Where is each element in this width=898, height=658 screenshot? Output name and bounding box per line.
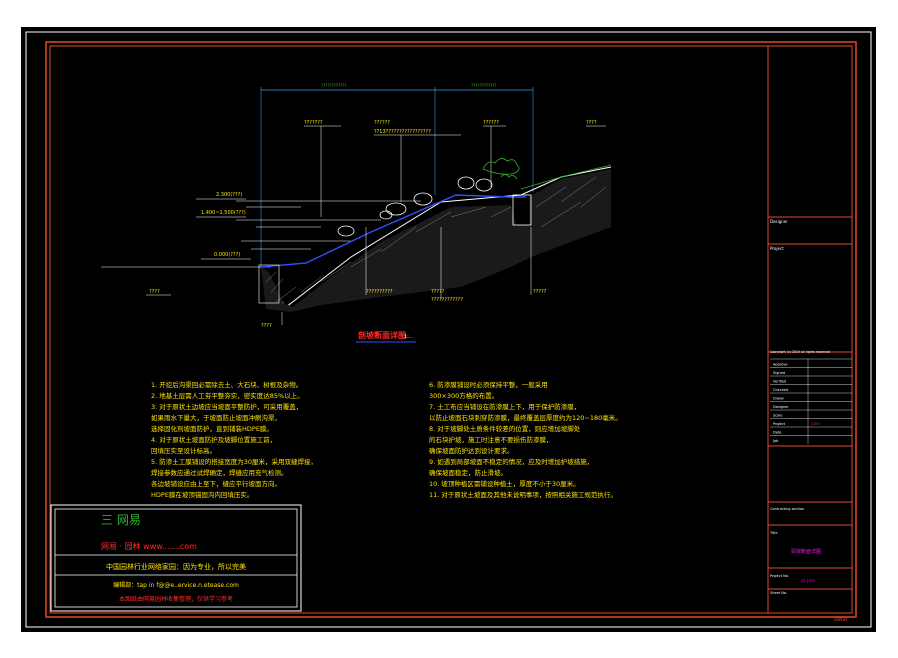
note-line: 确保坡面稳定，防止滑坡。 <box>429 468 507 477</box>
tb-field-label: Designer <box>773 405 789 409</box>
label-left-bottom: ???? <box>149 289 160 295</box>
section-scale: 1:.. <box>404 334 412 340</box>
tb-contracting: Contracting section <box>770 507 804 511</box>
tb-table: Approve Signed Verified Checked Drawn Designe… <box>770 358 852 444</box>
cad-drawing-canvas[interactable]: Designer Project Copyright (c) 2019 all … <box>21 27 876 632</box>
tb-designer: Designer <box>770 219 788 224</box>
toe-wall <box>512 194 532 226</box>
tb-field-label: Date <box>773 431 781 435</box>
note-line: 如果雨水下量大，于坡面防止坡面冲刷沟渠， <box>151 413 281 422</box>
note-line: 2. 地基土层需人工夯平整夯实，密实度达85%以上。 <box>151 391 304 400</box>
dim-top-right: ???????????? <box>471 83 496 88</box>
notes-right: 6. 防渗膜铺设时必须保持平整，一般采用 300×300方格的布置。 7. 土工布应… <box>429 380 622 499</box>
tb-project: Project <box>770 246 784 251</box>
note-line: 选择固化剂坡面防护，直到铺装HDPE膜。 <box>151 424 273 433</box>
note-line: 回填压实至设计标高。 <box>151 446 216 455</box>
section-title: 剖坡断面详图 <box>358 330 406 340</box>
label-d: ??13????????????????? <box>374 129 431 135</box>
title-block: Designer Project Copyright (c) 2019 all … <box>767 46 852 622</box>
level-3: 0.000(???) <box>214 252 240 258</box>
label-b: ?????? <box>374 120 390 126</box>
label-g: ???? <box>586 120 597 126</box>
label-bottom-2: ?????????? <box>366 289 393 295</box>
label-bottom-3: ????? <box>431 289 445 295</box>
note-line: 1. 开挖后沟渠回必需除去土、大石块、树根及杂物。 <box>151 380 302 389</box>
note-line: 7. 土工布应当铺设在防渗膜上下，用于保护防渗膜， <box>429 402 580 411</box>
label-a: ??????? <box>304 120 323 126</box>
label-bottom-5: ????? <box>533 289 547 295</box>
tb-field-label: Signed <box>773 371 785 375</box>
label-bottom-4: ???????????? <box>431 297 463 303</box>
note-line: 各边坡铺设应由上至下，缝应平行坡面方向。 <box>151 479 281 488</box>
notes-left: 1. 开挖后沟渠回必需除去土、大石块、树根及杂物。 2. 地基土层需人工夯平整夯实… <box>151 380 317 499</box>
tb-project-no-label: Project No. <box>770 574 789 578</box>
tb-sheet-no-label: Sheet No. <box>770 591 787 595</box>
note-line: 焊接参数应通过试焊确定，焊缝应用充气检测。 <box>151 468 288 477</box>
watermark-line1: 三 网易 <box>101 513 141 527</box>
watermark-line4: 编辑部：tap in f@@e..ervice.n.etease.com <box>113 581 239 589</box>
tb-field-value: 1:50 <box>811 422 819 426</box>
note-line: 9. 如遇到局部坡面不稳定的情况，应及时增加护坡措施， <box>429 457 593 466</box>
tb-title-label: Title <box>769 531 778 535</box>
note-line: HDPE膜在坡顶锚固沟内回填压实。 <box>151 490 253 499</box>
note-line: 3. 对于原状土边坡应当坡面平整防护，可采用覆盖， <box>151 402 302 411</box>
watermark-line2: 网易 · 园林 www.......com <box>101 541 197 551</box>
note-line: 11. 对于原状土坡面及其他未说明事项，按照相关施工规范执行。 <box>429 490 617 499</box>
tb-field-label: Approve <box>773 363 788 367</box>
tb-field-label: Drawn <box>773 397 784 401</box>
dim-top-left: ???????????? <box>321 83 346 88</box>
tb-field-label: Project <box>773 422 786 426</box>
section-drawing: ???????????? ???????????? ??????? ??????… <box>101 83 612 343</box>
tb-copyright: Copyright (c) 2019 all rights reserved <box>770 350 830 354</box>
shrubs <box>482 158 520 180</box>
tb-project-no: ?? ???? <box>801 579 815 584</box>
tb-field-label: Job <box>772 439 779 443</box>
cad-drawing: Designer Project Copyright (c) 2019 all … <box>25 31 872 628</box>
watermark-line5: 本图纸由网易园林收集整理，仅供学习参考 <box>119 595 233 603</box>
tb-drawing-name: 驳岸断面详图 <box>791 548 821 555</box>
note-line: 300×300方格的布置。 <box>429 391 498 400</box>
note-line: 10. 坡顶种植区需铺设种植土，厚度不小于30厘米。 <box>429 479 580 488</box>
note-line: 5. 防渗土工膜铺设的搭接宽度为30厘米，采用双缝焊接， <box>151 457 317 466</box>
note-line: 的石块护坡，施工时注意不要损伤防渗膜， <box>429 435 553 444</box>
note-line: 6. 防渗膜铺设时必须保持平整，一般采用 <box>429 380 548 389</box>
note-line: 8. 对于坡脚处土质条件较差的位置，则应增加坡脚处 <box>429 424 581 433</box>
tb-footer: GWGH <box>834 617 847 622</box>
watermark-box: 三 网易 网易 · 园林 www.......com 中国园林行业网络家园：因为… <box>50 504 302 612</box>
watermark-line3: 中国园林行业网络家园：因为专业，所以完美 <box>106 562 246 571</box>
label-f: ?????? <box>483 120 499 126</box>
note-line: 以防止坡面石块刺穿防渗膜，最终覆盖层厚度约为120~180毫米。 <box>429 413 622 422</box>
note-line: 4. 对于原状土坡面防护及坡脚位置施工前， <box>151 435 276 444</box>
label-bottom-1: ???? <box>261 323 272 329</box>
tb-field-label: Checked <box>773 388 788 392</box>
level-1: 2.300(???) <box>216 192 242 198</box>
tb-field-label: Verified <box>773 380 786 384</box>
note-line: 确保坡面防护达到设计要求。 <box>429 446 514 455</box>
level-2: 1.400~1.500(???) <box>201 210 246 216</box>
tb-field-label: Scale <box>773 414 782 418</box>
